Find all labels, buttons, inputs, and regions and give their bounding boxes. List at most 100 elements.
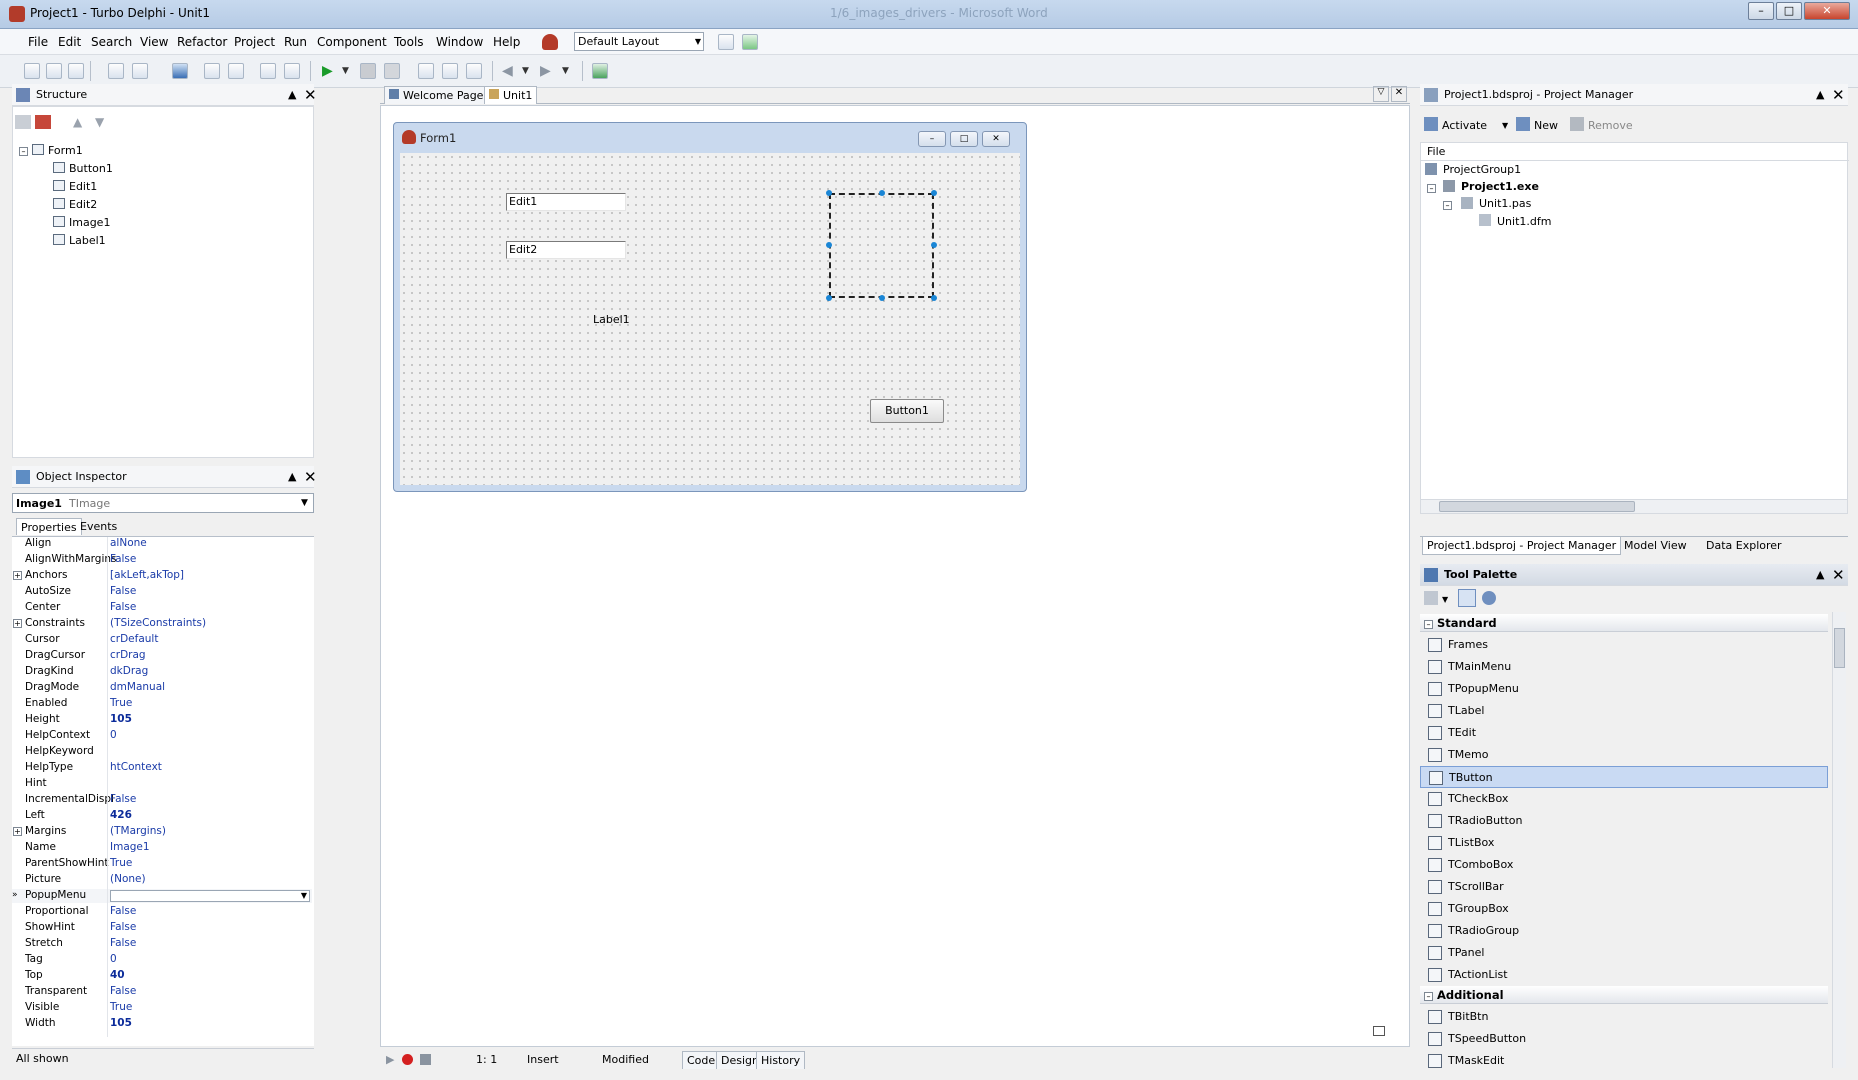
- resize-handle[interactable]: [826, 295, 832, 301]
- property-row[interactable]: Left 426: [12, 809, 312, 823]
- label1-component[interactable]: Label1: [593, 313, 630, 326]
- tab-welcome-page[interactable]: Welcome Page: [384, 86, 489, 104]
- debug-layout-icon[interactable]: [742, 34, 758, 50]
- pin-icon[interactable]: ▲: [288, 84, 296, 106]
- property-row[interactable]: DragKind dkDrag: [12, 665, 312, 679]
- property-value[interactable]: True: [110, 697, 132, 711]
- palette-item[interactable]: TEdit: [1420, 722, 1828, 744]
- palette-item[interactable]: TComboBox: [1420, 854, 1828, 876]
- menu-search[interactable]: Search: [91, 35, 132, 49]
- property-row[interactable]: Height 105: [12, 713, 312, 727]
- close-icon[interactable]: ✕: [304, 466, 317, 488]
- tree-item-edit2[interactable]: Edit2: [53, 197, 97, 213]
- property-value[interactable]: False: [110, 905, 136, 919]
- scroll-thumb[interactable]: [1834, 628, 1845, 668]
- designer-minimize-icon[interactable]: [1373, 1026, 1385, 1036]
- tab-project-manager[interactable]: Project1.bdsproj - Project Manager: [1422, 537, 1622, 555]
- property-row[interactable]: Top 40: [12, 969, 312, 983]
- property-row[interactable]: HelpContext 0: [12, 729, 312, 743]
- tab-model-view[interactable]: Model View: [1620, 537, 1691, 555]
- menu-refactor[interactable]: Refactor: [177, 35, 227, 49]
- form-close-icon[interactable]: ✕: [982, 131, 1010, 147]
- property-row[interactable]: Name Image1: [12, 841, 312, 855]
- collapse-icon[interactable]: –: [1443, 201, 1452, 210]
- property-value[interactable]: 105: [110, 713, 132, 727]
- property-value[interactable]: False: [110, 937, 136, 951]
- help-contents-icon[interactable]: [592, 63, 608, 79]
- form1-window[interactable]: Form1 – □ ✕ Edit1 Edit2 Label1 Button1: [393, 122, 1027, 492]
- collapse-icon[interactable]: –: [1427, 184, 1436, 193]
- folder-icon[interactable]: [15, 115, 31, 129]
- horizontal-scrollbar[interactable]: [1421, 499, 1847, 513]
- palette-item[interactable]: TMaskEdit: [1420, 1050, 1828, 1072]
- collapse-icon[interactable]: –: [19, 147, 28, 156]
- pin-icon[interactable]: ▲: [288, 466, 296, 488]
- tree-item-projectgroup1[interactable]: ProjectGroup1: [1443, 161, 1521, 178]
- categories-icon[interactable]: [1424, 591, 1438, 605]
- form-canvas[interactable]: Edit1 Edit2 Label1 Button1: [400, 153, 1020, 485]
- save-layout-icon[interactable]: [718, 34, 734, 50]
- property-value[interactable]: [akLeft,akTop]: [110, 569, 184, 583]
- property-row[interactable]: ShowHint False: [12, 921, 312, 935]
- open-icon[interactable]: [46, 63, 62, 79]
- property-row[interactable]: Hint: [12, 777, 312, 791]
- menu-run[interactable]: Run: [284, 35, 307, 49]
- menu-view[interactable]: View: [140, 35, 168, 49]
- palette-category[interactable]: – Standard: [1420, 614, 1828, 632]
- expand-icon[interactable]: +: [13, 571, 22, 580]
- palette-item[interactable]: TPanel: [1420, 942, 1828, 964]
- palette-item[interactable]: TMemo: [1420, 744, 1828, 766]
- property-row[interactable]: Stretch False: [12, 937, 312, 951]
- tree-item-unit1-dfm[interactable]: Unit1.dfm: [1497, 213, 1551, 230]
- property-row[interactable]: Align alNone: [12, 537, 312, 551]
- palette-scrollbar[interactable]: [1832, 612, 1846, 1068]
- tree-item-form1[interactable]: – Form1: [19, 143, 83, 159]
- palette-item[interactable]: TListBox: [1420, 832, 1828, 854]
- collapse-icon[interactable]: –: [1424, 620, 1433, 629]
- tab-dropdown-icon[interactable]: ▽: [1373, 86, 1389, 102]
- property-value[interactable]: 0: [110, 953, 117, 967]
- play-macro-icon[interactable]: ▶: [386, 1053, 394, 1066]
- new-items-icon[interactable]: [24, 63, 40, 79]
- palette-item[interactable]: TActionList: [1420, 964, 1828, 986]
- property-value[interactable]: False: [110, 921, 136, 935]
- move-down-icon[interactable]: ▼: [95, 115, 104, 129]
- back-icon[interactable]: ◀: [502, 63, 518, 79]
- property-value[interactable]: False: [110, 793, 136, 807]
- edit2-component[interactable]: Edit2: [506, 241, 626, 259]
- button1-component[interactable]: Button1: [870, 399, 944, 423]
- property-value[interactable]: (TSizeConstraints): [110, 617, 206, 631]
- activate-button[interactable]: Activate: [1442, 117, 1487, 134]
- property-row[interactable]: Enabled True: [12, 697, 312, 711]
- property-value[interactable]: 40: [110, 969, 125, 983]
- collapse-icon[interactable]: –: [1424, 992, 1433, 1001]
- forward-icon[interactable]: ▶: [540, 63, 556, 79]
- property-row[interactable]: Center False: [12, 601, 312, 615]
- palette-item[interactable]: TRadioButton: [1420, 810, 1828, 832]
- image1-component[interactable]: [829, 193, 934, 298]
- property-row[interactable]: + Margins (TMargins): [12, 825, 312, 839]
- add-to-project-icon[interactable]: [260, 63, 276, 79]
- column-divider[interactable]: [107, 537, 108, 1037]
- open-project-icon[interactable]: [68, 63, 84, 79]
- tree-item-unit1-pas[interactable]: Unit1.pas: [1479, 195, 1531, 212]
- property-value[interactable]: 105: [110, 1017, 132, 1031]
- expand-icon[interactable]: +: [13, 619, 22, 628]
- property-value[interactable]: dmManual: [110, 681, 165, 695]
- tree-item-label1[interactable]: Label1: [53, 233, 106, 249]
- resize-handle[interactable]: [826, 242, 832, 248]
- property-row[interactable]: DragCursor crDrag: [12, 649, 312, 663]
- stop-macro-icon[interactable]: [420, 1054, 431, 1065]
- property-row[interactable]: » PopupMenu ▼: [12, 889, 312, 903]
- property-value[interactable]: False: [110, 601, 136, 615]
- object-selector[interactable]: Image1 TImage ▼: [12, 493, 314, 513]
- open-project-folder-icon[interactable]: [228, 63, 244, 79]
- new-form-icon[interactable]: [108, 63, 124, 79]
- run-icon[interactable]: ▶: [322, 63, 338, 79]
- forward-dropdown-icon[interactable]: ▼: [562, 63, 578, 79]
- record-macro-icon[interactable]: [402, 1054, 413, 1065]
- tab-properties[interactable]: Properties: [16, 518, 82, 535]
- popupmenu-dropdown[interactable]: ▼: [110, 890, 310, 902]
- property-value[interactable]: Image1: [110, 841, 150, 855]
- back-dropdown-icon[interactable]: ▼: [522, 63, 538, 79]
